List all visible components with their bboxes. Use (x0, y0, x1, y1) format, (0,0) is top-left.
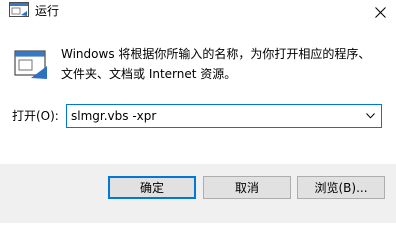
run-program-icon (14, 50, 47, 79)
command-combobox[interactable] (66, 104, 382, 128)
dialog-content: Windows 将根据你所输入的名称，为你打开相应的程序、文件夹、文档或 Int… (0, 24, 396, 164)
run-app-icon (9, 2, 29, 17)
button-bar: 确定 取消 浏览(B)... (0, 164, 396, 223)
dialog-description: Windows 将根据你所输入的名称，为你打开相应的程序、文件夹、文档或 Int… (61, 47, 371, 81)
chevron-down-icon (365, 113, 375, 119)
browse-button[interactable]: 浏览(B)... (297, 176, 385, 199)
open-field-label: 打开(O): (12, 109, 59, 123)
dropdown-button[interactable] (359, 105, 381, 127)
command-input[interactable] (71, 105, 353, 127)
close-icon (374, 6, 386, 18)
ok-button[interactable]: 确定 (108, 176, 196, 199)
title-bar[interactable]: 运行 (0, 0, 396, 24)
window-title: 运行 (35, 4, 60, 18)
cancel-button[interactable]: 取消 (203, 176, 291, 199)
close-button[interactable] (364, 0, 396, 24)
